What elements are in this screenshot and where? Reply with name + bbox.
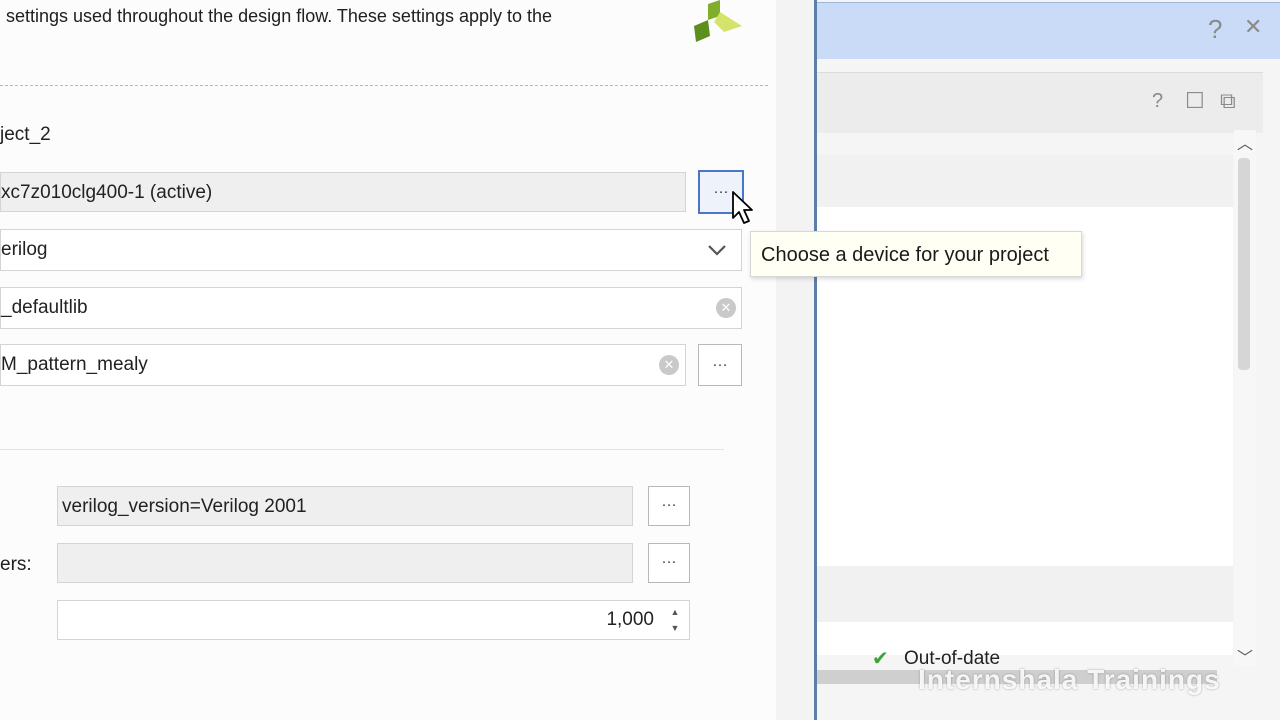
verilog-options-button[interactable]: ···: [648, 486, 690, 526]
clear-library-icon[interactable]: ✕: [716, 298, 736, 318]
vivado-logo: [694, 0, 742, 42]
device-tooltip: Choose a device for your project: [750, 231, 1082, 277]
spin-down-icon[interactable]: ▼: [668, 623, 682, 633]
scroll-down-icon[interactable]: ﹀: [1237, 644, 1253, 668]
watermark: Internshala Trainings: [918, 664, 1221, 695]
generics-label: ers:: [0, 554, 32, 575]
target-language-select[interactable]: erilog: [0, 229, 742, 271]
list-item[interactable]: [817, 566, 1233, 622]
maximize-icon[interactable]: ☐: [1185, 88, 1205, 114]
panel-gap: [776, 0, 816, 720]
generics-button[interactable]: ···: [648, 543, 690, 583]
target-part-field[interactable]: xc7z010clg400-1 (active): [0, 172, 686, 212]
loop-count-value: 1,000: [606, 609, 654, 630]
top-module-field[interactable]: M_pattern_mealy: [0, 344, 686, 386]
browse-top-module-button[interactable]: ···: [698, 344, 742, 386]
section-separator: [0, 449, 724, 450]
scrollbar-thumb[interactable]: [1238, 158, 1250, 370]
clear-top-module-icon[interactable]: ✕: [659, 355, 679, 375]
list-item[interactable]: [817, 155, 1233, 207]
chevron-down-icon[interactable]: [706, 242, 728, 258]
float-icon[interactable]: ⧉: [1220, 88, 1236, 114]
settings-description: settings used throughout the design flow…: [6, 6, 553, 26]
help-icon[interactable]: ?: [1208, 14, 1222, 45]
scroll-up-icon[interactable]: ︿: [1237, 130, 1253, 154]
default-library-value: _defaultlib: [1, 297, 88, 318]
section-divider: [0, 85, 768, 86]
verilog-options-field[interactable]: verilog_version=Verilog 2001: [57, 486, 633, 526]
checkmark-icon: ✔: [872, 648, 889, 670]
target-language-value: erilog: [1, 239, 48, 260]
panel-help-icon[interactable]: ?: [1152, 90, 1163, 113]
project-name-value: ject_2: [0, 124, 51, 145]
default-library-field[interactable]: _defaultlib: [0, 287, 742, 329]
generics-field[interactable]: [57, 543, 633, 583]
spin-up-icon[interactable]: ▲: [668, 607, 682, 617]
mouse-cursor-icon: [732, 191, 753, 224]
close-icon[interactable]: ✕: [1244, 14, 1262, 40]
top-module-value: M_pattern_mealy: [1, 354, 148, 375]
